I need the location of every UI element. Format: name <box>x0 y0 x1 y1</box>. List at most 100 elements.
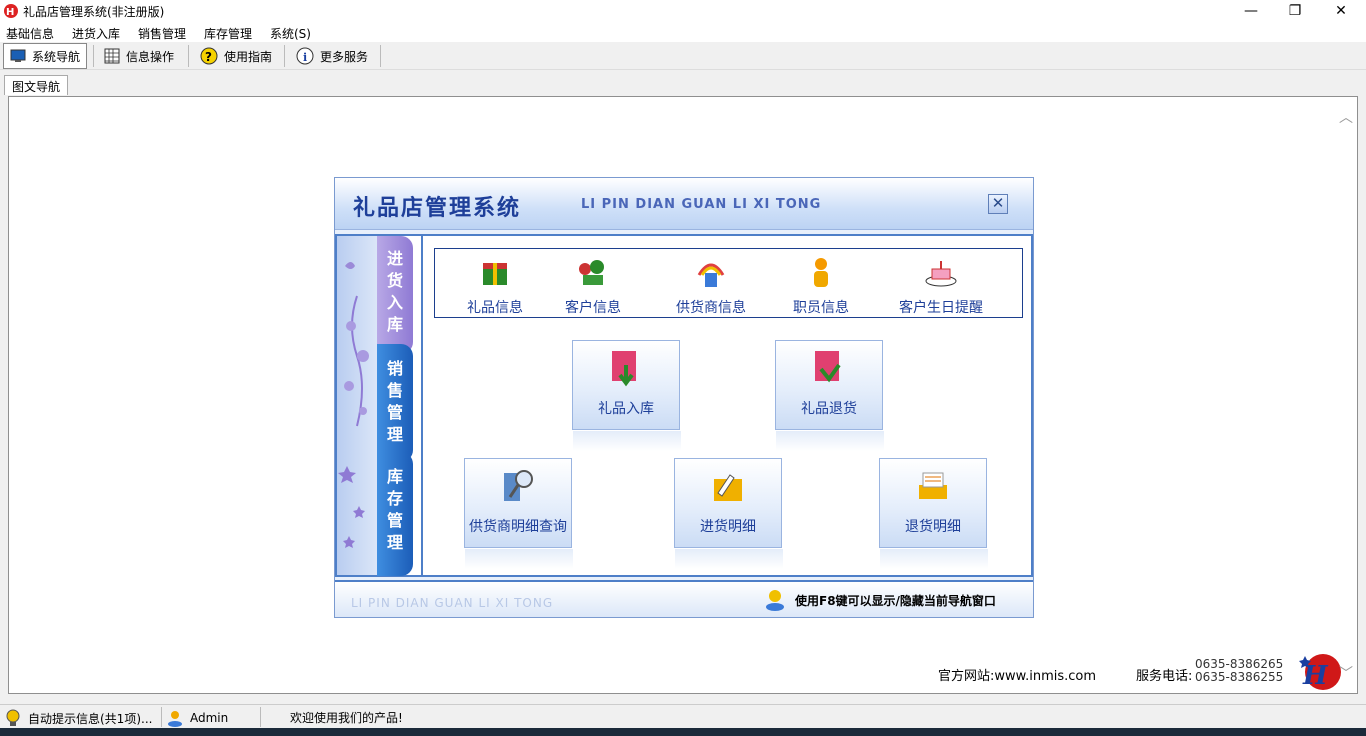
toolbar-label: 系统导航 <box>32 49 81 64</box>
company-logo-icon: H <box>1299 654 1341 691</box>
menu-inventory[interactable]: 库存管理 <box>204 25 252 42</box>
help-icon: ? <box>200 47 218 65</box>
panel-title: 礼品店管理系统 <box>353 195 522 221</box>
supplier-icon <box>697 263 725 287</box>
quick-gift-info[interactable]: 礼品信息 <box>459 255 531 317</box>
panel-header: 礼品店管理系统 LI PIN DIAN GUAN LI XI TONG ✕ <box>335 178 1033 230</box>
toolbar-info-ops-button[interactable]: 信息操作 <box>98 43 180 69</box>
return-detail-icon <box>919 472 947 499</box>
toolbar-label: 更多服务 <box>320 49 369 64</box>
tab-strip: 图文导航 <box>0 70 1366 95</box>
quick-label: 客户生日提醒 <box>899 300 983 316</box>
staff-icon <box>814 258 828 287</box>
svg-text:i: i <box>303 51 307 64</box>
quick-links-box: 礼品信息 客户信息 供货商信息 职员信息 客户生日提醒 <box>434 248 1023 318</box>
user-tip-icon <box>766 590 784 611</box>
panel-subtitle: LI PIN DIAN GUAN LI XI TONG <box>581 197 822 212</box>
status-welcome: 欢迎使用我们的产品! <box>290 711 403 725</box>
cake-icon <box>925 261 957 287</box>
vtab-inventory[interactable]: 库 存 管 理 <box>377 452 413 576</box>
return-icon <box>815 351 841 383</box>
decoration-strip <box>337 236 377 575</box>
floral-decoration-icon <box>338 262 369 548</box>
user-icon <box>168 711 182 727</box>
quick-customer-info[interactable]: 客户信息 <box>557 255 629 317</box>
nav-button-label: 退货明细 <box>905 519 961 535</box>
grid-icon <box>104 48 120 64</box>
toolbar: 系统导航 信息操作 ? 使用指南 i 更多服务 <box>0 42 1366 70</box>
vtab-label: 库 存 管 理 <box>386 467 403 552</box>
phone-number: 0635-8386255 <box>1195 670 1284 684</box>
toolbar-separator <box>188 45 189 67</box>
quick-birthday-reminder[interactable]: 客户生日提醒 <box>889 255 993 317</box>
quick-label: 客户信息 <box>565 300 621 316</box>
status-hint: 自动提示信息(共1项)... <box>28 711 153 726</box>
stock-in-icon <box>612 351 636 387</box>
quick-staff-info[interactable]: 职员信息 <box>785 255 857 317</box>
toolbar-separator <box>284 45 285 67</box>
monitor-icon <box>10 49 26 62</box>
status-bar: 自动提示信息(共1项)... Admin 欢迎使用我们的产品! <box>0 704 1366 728</box>
status-user: Admin <box>190 711 229 725</box>
maximize-button[interactable]: ❐ <box>1272 0 1318 22</box>
vtab-purchase[interactable]: 进 货 入 库 <box>377 236 413 354</box>
menu-sales[interactable]: 销售管理 <box>138 25 186 42</box>
toolbar-label: 信息操作 <box>126 49 175 64</box>
query-icon <box>504 470 533 501</box>
toolbar-system-nav-button[interactable]: 系统导航 <box>3 43 88 69</box>
close-button[interactable]: ✕ <box>1318 0 1364 22</box>
toolbar-separator <box>93 45 94 67</box>
tab-graphic-nav[interactable]: 图文导航 <box>4 75 69 95</box>
gift-return-button[interactable]: 礼品退货 <box>775 340 884 451</box>
customers-icon <box>579 260 604 285</box>
toolbar-separator <box>380 45 381 67</box>
phone-numbers: 0635-8386265 0635-8386255 <box>1195 658 1283 684</box>
scroll-down-icon[interactable]: ﹀ <box>1339 663 1353 683</box>
nav-button-label: 进货明细 <box>700 519 756 535</box>
nav-button-label: 供货商明细查询 <box>469 519 567 535</box>
phone-label: 服务电话: <box>1136 669 1193 684</box>
purchase-detail-button[interactable]: 进货明细 <box>674 458 783 569</box>
status-separator <box>260 707 261 727</box>
toolbar-more-services-button[interactable]: i 更多服务 <box>290 43 374 69</box>
menu-basic-info[interactable]: 基础信息 <box>6 25 54 42</box>
quick-label: 礼品信息 <box>467 300 523 316</box>
vtab-label: 进 货 入 库 <box>386 249 403 334</box>
gift-stock-in-button[interactable]: 礼品入库 <box>572 340 681 451</box>
bulb-icon <box>6 709 20 726</box>
quick-label: 供货商信息 <box>676 300 746 316</box>
footer-subtitle: LI PIN DIAN GUAN LI XI TONG <box>351 596 554 610</box>
welcome-status: 欢迎使用我们的产品! <box>290 709 403 726</box>
supplier-detail-query-button[interactable]: 供货商明细查询 <box>464 458 573 569</box>
panel-close-button[interactable]: ✕ <box>988 194 1008 214</box>
nav-button-label: 礼品入库 <box>598 401 654 417</box>
svg-text:H: H <box>6 7 14 18</box>
menu-bar: 基础信息 进货入库 销售管理 库存管理 系统(S) <box>0 22 1366 42</box>
svg-text:?: ? <box>205 50 212 64</box>
toolbar-guide-button[interactable]: ? 使用指南 <box>194 43 278 69</box>
official-site: 官方网站:www.inmis.com <box>938 669 1097 684</box>
return-detail-button[interactable]: 退货明细 <box>879 458 988 569</box>
vtab-sales[interactable]: 销 售 管 理 <box>377 344 413 462</box>
purchase-detail-icon <box>714 474 742 501</box>
quick-supplier-info[interactable]: 供货商信息 <box>663 255 759 317</box>
gift-icon <box>483 263 507 285</box>
app-logo-icon: H <box>4 4 18 18</box>
minimize-button[interactable]: — <box>1228 0 1274 22</box>
content-area: ︿ 礼品店管理系统 LI PIN DIAN GUAN LI XI TONG ✕ … <box>8 96 1358 694</box>
taskbar-edge <box>0 728 1366 736</box>
auto-hint-status[interactable]: 自动提示信息(共1项)... <box>4 709 152 727</box>
panel-footer: LI PIN DIAN GUAN LI XI TONG 使用F8键可以显示/隐藏… <box>335 580 1033 617</box>
vtab-label: 销 售 管 理 <box>386 359 403 444</box>
menu-system[interactable]: 系统(S) <box>270 25 311 42</box>
navigation-panel: 礼品店管理系统 LI PIN DIAN GUAN LI XI TONG ✕ 进 … <box>334 177 1034 618</box>
panel-body: 进 货 入 库 销 售 管 理 库 存 管 理 礼品信息 客户信息 供货商信息 <box>335 234 1033 577</box>
menu-purchase[interactable]: 进货入库 <box>72 25 120 42</box>
nav-area: 礼品信息 客户信息 供货商信息 职员信息 客户生日提醒 礼品入库 礼品退货 供货… <box>421 236 1029 575</box>
nav-button-label: 礼品退货 <box>801 401 857 417</box>
info-icon: i <box>296 47 314 65</box>
scroll-up-icon[interactable]: ︿ <box>1339 107 1353 127</box>
user-status: Admin <box>166 709 228 727</box>
toolbar-label: 使用指南 <box>224 49 273 64</box>
title-bar: H 礼品店管理系统(非注册版) — ❐ ✕ <box>0 0 1366 22</box>
